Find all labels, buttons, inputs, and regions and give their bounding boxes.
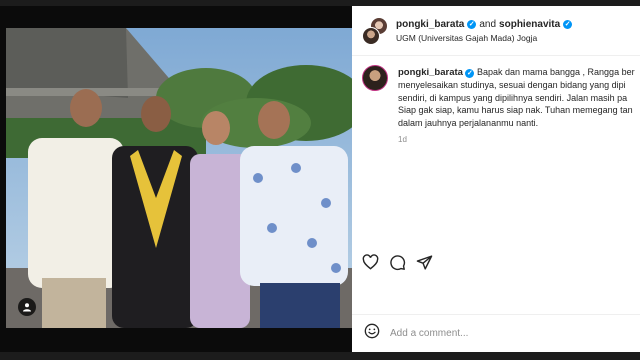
share-icon[interactable] bbox=[416, 254, 433, 271]
post-header: pongki_barata ✓ and sophienavita ✓ UGM (… bbox=[352, 6, 640, 56]
bottom-backdrop bbox=[0, 352, 640, 360]
heart-icon[interactable] bbox=[362, 254, 379, 270]
verified-badge-icon: ✓ bbox=[467, 19, 477, 29]
post-photo[interactable] bbox=[6, 28, 352, 328]
comment-bar bbox=[352, 314, 640, 352]
caption-text-line: Siap gak siap, kamu harus siap nak. Tuha… bbox=[398, 105, 633, 116]
verified-badge-icon: ✓ bbox=[563, 19, 573, 29]
author-avatar[interactable] bbox=[362, 26, 380, 45]
post-location[interactable]: UGM (Universitas Gajah Mada) Jogja bbox=[396, 33, 572, 43]
post-timestamp[interactable]: 1d bbox=[398, 134, 640, 146]
tagged-user-icon[interactable] bbox=[18, 298, 36, 316]
verified-badge-icon: ✓ bbox=[465, 69, 475, 78]
caption-author-avatar[interactable] bbox=[362, 65, 388, 91]
coauthor-username[interactable]: sophienavita bbox=[499, 19, 560, 30]
action-bar bbox=[352, 250, 640, 274]
comment-icon[interactable] bbox=[389, 254, 406, 271]
post-detail-panel: pongki_barata ✓ and sophienavita ✓ UGM (… bbox=[352, 6, 640, 352]
graduation-photo bbox=[6, 28, 352, 328]
author-username[interactable]: pongki_barata bbox=[396, 19, 464, 30]
collab-connector: and bbox=[479, 18, 497, 30]
comment-input[interactable] bbox=[390, 328, 630, 339]
emoji-icon[interactable] bbox=[364, 323, 380, 344]
caption-text-line: dalam jauhnya perjalananmu nanti. bbox=[398, 117, 539, 128]
caption: pongki_barata ✓ Bapak dan mama bangga , … bbox=[352, 56, 640, 146]
caption-text-line: menyelesaikan studinya, sesuai dengan bi… bbox=[398, 80, 626, 91]
caption-text-line: Bapak dan mama bangga , Rangga ber bbox=[476, 67, 635, 77]
collab-avatars[interactable] bbox=[362, 16, 388, 45]
caption-text-line: sendiri, di kampus yang dipilihnya sendi… bbox=[398, 92, 628, 103]
caption-username[interactable]: pongki_barata bbox=[398, 67, 463, 78]
